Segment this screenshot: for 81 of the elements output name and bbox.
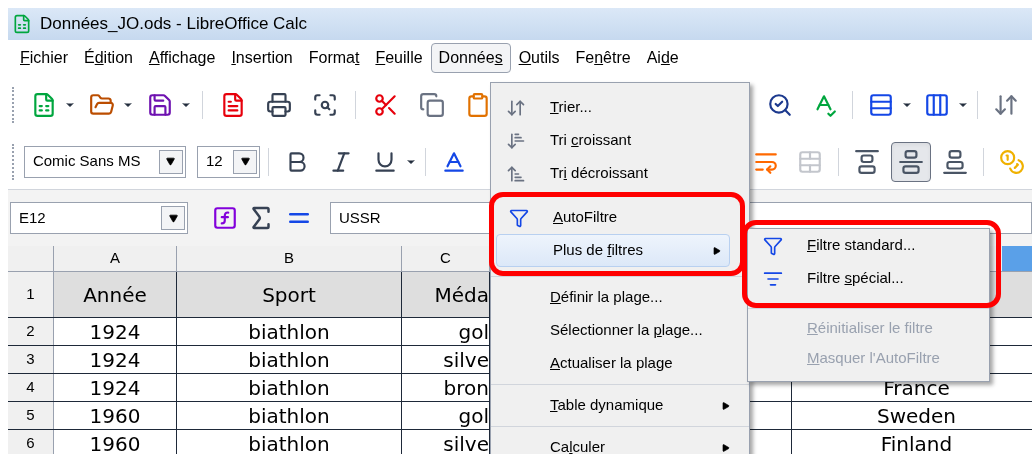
header-cell: Sport: [177, 272, 402, 317]
funnel-icon: [763, 235, 783, 256]
spreadsheet-icon: [12, 14, 32, 34]
folder-icon: [89, 92, 115, 118]
combo-box[interactable]: Comic Sans MS: [23, 145, 186, 178]
dropdown-button[interactable]: [158, 149, 183, 174]
submenu-arrow-icon: [722, 443, 730, 452]
menu-bar-item[interactable]: Format: [300, 43, 368, 73]
table-cell: biathlon: [177, 374, 402, 401]
align-bottom-icon: [942, 148, 968, 175]
menu-bar-item[interactable]: Édition: [76, 43, 141, 73]
header-cell: Année: [54, 272, 177, 317]
table-cell: 1924: [54, 318, 177, 345]
scissors-icon: [373, 92, 399, 118]
menu-item[interactable]: Table dynamique: [493, 389, 739, 422]
table-cell: Sweden: [792, 402, 1032, 429]
table-cell: 1924: [54, 346, 177, 373]
menu-item[interactable]: Tri croissant: [493, 124, 739, 157]
menu-bar-item[interactable]: Données: [430, 43, 511, 73]
pdf-icon: [220, 92, 246, 118]
table-cell: 1960: [54, 430, 177, 454]
menu-item[interactable]: Tri décroissant: [493, 157, 739, 190]
clipboard-icon: [465, 92, 491, 118]
submenu-arrow-icon: [713, 246, 721, 255]
row-header[interactable]: 2: [8, 318, 54, 345]
menu-bar-item[interactable]: Feuille: [367, 43, 431, 73]
function-wizard-icon[interactable]: [212, 205, 238, 231]
window-title: Données_JO.ods - LibreOffice Calc: [40, 13, 308, 36]
dropdown-button[interactable]: [161, 206, 185, 230]
menu-item[interactable]: Plus de filtres: [496, 234, 730, 267]
column-header[interactable]: A: [54, 246, 177, 271]
menu-item[interactable]: Sélectionner la plage...: [493, 314, 739, 347]
table-cell: 1924: [54, 374, 177, 401]
funnel-icon: [509, 207, 529, 228]
magnifier-icon: [767, 92, 793, 118]
menu-bar-item[interactable]: Fenêtre: [567, 43, 639, 73]
coins-icon: [999, 148, 1025, 175]
combo-box[interactable]: E12: [10, 202, 188, 234]
menu-item[interactable]: Calculer: [493, 431, 739, 454]
menu-bar-item[interactable]: Affichage: [140, 43, 224, 73]
table-columns-icon: [924, 92, 950, 118]
menu-item[interactable]: Filtre spécial...: [750, 262, 994, 295]
table-cell: biathlon: [177, 318, 402, 345]
menu-item[interactable]: Définir la plage...: [493, 281, 739, 314]
row-header[interactable]: 4: [8, 374, 54, 401]
caret-icon: [166, 157, 176, 166]
row-header[interactable]: 3: [8, 346, 54, 373]
copy-icon: [419, 92, 445, 118]
menu-item[interactable]: Filtre standard...: [750, 229, 994, 262]
submenu-arrow-icon: [722, 401, 730, 410]
table-cell: biathlon: [177, 430, 402, 454]
sort-icon: [993, 92, 1019, 118]
spreadsheet-icon: [31, 92, 57, 118]
menu-bar-item[interactable]: Aide: [638, 43, 687, 73]
caret-icon: [240, 157, 250, 166]
align-center-icon: [898, 148, 924, 175]
floppy-icon: [147, 92, 173, 118]
toolbar-button[interactable]: [891, 141, 931, 182]
table-cell: Finland: [792, 430, 1032, 454]
caret-icon: [168, 213, 178, 223]
menu-bar-item[interactable]: Fichier: [12, 43, 76, 73]
combo-box[interactable]: 12: [196, 145, 261, 178]
dropdown-button[interactable]: [233, 149, 258, 174]
menu-item[interactable]: AutoFiltre: [496, 201, 730, 234]
row-header[interactable]: 5: [8, 402, 54, 429]
align-top-icon: [854, 148, 880, 175]
print-preview-icon: [312, 92, 338, 118]
table-cell: biathlon: [177, 346, 402, 373]
printer-icon: [266, 92, 292, 118]
menu-bar-item[interactable]: Outils: [510, 43, 568, 73]
table-rows-icon: [868, 92, 894, 118]
column-header[interactable]: B: [177, 246, 402, 271]
row-header[interactable]: 6: [8, 430, 54, 454]
column-header[interactable]: C: [402, 246, 490, 271]
menu-bar-item[interactable]: Insertion: [223, 43, 301, 73]
table-cell: biathlon: [177, 402, 402, 429]
menu-item[interactable]: Actualiser la plage: [493, 347, 739, 380]
menu-item[interactable]: Trier...: [493, 91, 739, 124]
merge-cells-icon: [797, 148, 823, 175]
row-header[interactable]: 1: [8, 272, 54, 317]
table-cell: 1960: [54, 402, 177, 429]
